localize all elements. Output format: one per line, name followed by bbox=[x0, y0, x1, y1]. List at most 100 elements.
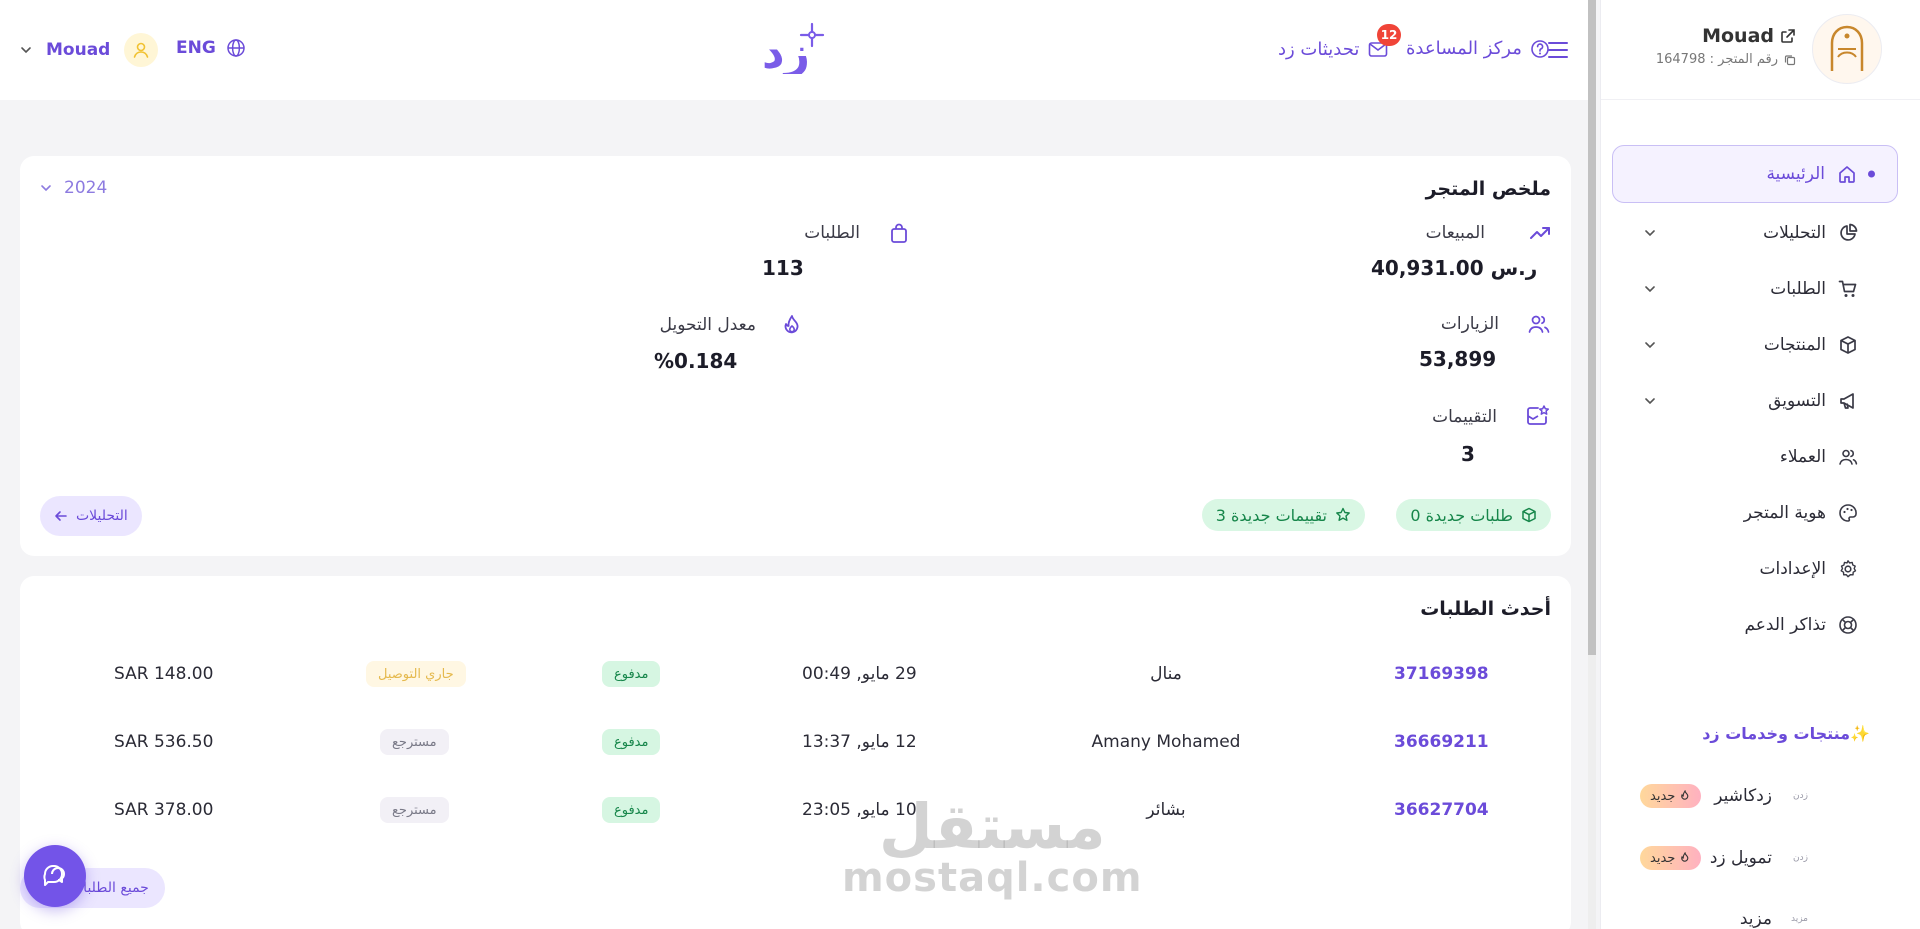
sidebar-item-label: المنتجات bbox=[1763, 335, 1826, 355]
sidebar-item-label: العملاء bbox=[1779, 447, 1826, 467]
sidebar-item-label: هوية المتجر bbox=[1743, 503, 1826, 523]
sidebar-item-label: الرئيسية bbox=[1766, 164, 1825, 184]
product-label: تمويل زد bbox=[1709, 848, 1772, 868]
store-summary-title: ملخص المتجر bbox=[1425, 178, 1551, 200]
hamburger-menu-button[interactable] bbox=[1546, 38, 1570, 62]
metric-ratings: التقييمات 3 bbox=[1411, 404, 1551, 466]
users-icon bbox=[1528, 315, 1550, 333]
conversion-label: معدل التحويل bbox=[659, 315, 756, 335]
trending-up-icon bbox=[1530, 227, 1550, 239]
payment-status-badge: مدفوع bbox=[602, 729, 661, 755]
cart-icon bbox=[1838, 280, 1857, 297]
chevron-down-icon bbox=[1645, 286, 1655, 293]
sidebar-item-zid-financing[interactable]: زدن تمويل زد جديد bbox=[1612, 838, 1870, 878]
active-indicator-dot bbox=[1868, 170, 1875, 178]
visits-value: 53,899 bbox=[1419, 347, 1497, 371]
external-link-icon bbox=[1781, 29, 1795, 43]
sidebar-item-settings[interactable]: الإعدادات bbox=[1612, 541, 1898, 597]
product-mini-logo: مزيد bbox=[1790, 914, 1808, 924]
sidebar-item-label: التحليلات bbox=[1763, 223, 1826, 243]
new-orders-pill[interactable]: 0 طلبات جديدة bbox=[1396, 499, 1551, 531]
main-scrollbar[interactable] bbox=[1588, 0, 1596, 929]
megaphone-icon bbox=[1840, 393, 1854, 409]
product-mini-logo: زدن bbox=[1793, 791, 1808, 801]
store-name-label: Mouad bbox=[1702, 25, 1774, 47]
flame-icon bbox=[784, 315, 799, 334]
sales-value: 40,931.00 ر.س bbox=[1371, 256, 1538, 280]
flame-icon bbox=[1681, 790, 1689, 800]
updates-label: تحديثات زد bbox=[1278, 38, 1360, 60]
sidebar-item-orders[interactable]: الطلبات bbox=[1612, 261, 1898, 317]
chevron-down-icon bbox=[1645, 398, 1655, 405]
product-mini-logo: زدن bbox=[1793, 853, 1808, 863]
metric-sales: المبيعات 40,931.00 ر.س bbox=[1351, 222, 1551, 280]
analytics-button[interactable]: التحليلات bbox=[40, 496, 142, 536]
payment-status-badge: مدفوع bbox=[602, 797, 661, 823]
order-status-badge: مسترجع bbox=[380, 797, 449, 823]
table-row[interactable]: 37169398 منال 29 مايو, 00:49 مدفوع جاري … bbox=[20, 654, 1571, 694]
order-date: 10 مايو, 23:05 bbox=[802, 800, 917, 820]
globe-icon bbox=[227, 39, 245, 57]
pie-chart-icon bbox=[1840, 223, 1858, 241]
store-header: Mouad رقم المتجر : 164798 bbox=[1601, 0, 1920, 100]
year-select[interactable]: 2024 bbox=[40, 178, 107, 198]
scrollbar-thumb[interactable] bbox=[1588, 0, 1596, 655]
order-id[interactable]: 36627704 bbox=[1394, 800, 1489, 820]
order-total: SAR 148.00 bbox=[114, 664, 214, 684]
metric-orders: الطلبات 113 bbox=[750, 222, 910, 280]
order-id[interactable]: 36669211 bbox=[1394, 732, 1489, 752]
sidebar-item-marketing[interactable]: التسويق bbox=[1612, 373, 1898, 429]
sales-label: المبيعات bbox=[1425, 223, 1485, 243]
user-menu[interactable]: Mouad bbox=[20, 33, 159, 67]
sidebar-item-label: الإعدادات bbox=[1759, 559, 1826, 579]
menu-icon bbox=[1548, 42, 1568, 58]
users-icon bbox=[1839, 449, 1858, 465]
new-badge-label: جديد bbox=[1650, 788, 1676, 804]
sidebar-item-label: التسويق bbox=[1768, 391, 1826, 411]
visits-label: الزيارات bbox=[1440, 314, 1499, 334]
sidebar-item-analytics[interactable]: التحليلات bbox=[1612, 205, 1898, 261]
new-ratings-pill[interactable]: 3 تقييمات جديدة bbox=[1201, 499, 1365, 531]
sidebar-item-support-tickets[interactable]: تذاكر الدعم bbox=[1612, 597, 1898, 653]
metric-visits: الزيارات 53,899 bbox=[1411, 313, 1551, 371]
sidebar-item-label: تذاكر الدعم bbox=[1744, 615, 1826, 635]
sidebar-item-store-identity[interactable]: هوية المتجر bbox=[1612, 485, 1898, 541]
store-name[interactable]: Mouad bbox=[1702, 25, 1796, 47]
chevron-down-icon bbox=[41, 185, 51, 192]
store-logo-image bbox=[1830, 25, 1864, 71]
table-row[interactable]: 36627704 بشائر 10 مايو, 23:05 مدفوع مستر… bbox=[20, 790, 1571, 830]
products-services-title: منتجات وخدمات زد✨ bbox=[1702, 724, 1870, 743]
sidebar-item-more[interactable]: مزيد مزيد bbox=[1612, 899, 1870, 929]
order-total: SAR 378.00 bbox=[114, 800, 214, 820]
new-badge: جديد bbox=[1640, 846, 1702, 870]
help-center-link[interactable]: مركز المساعدة bbox=[1406, 38, 1550, 59]
copy-icon[interactable] bbox=[1784, 54, 1796, 66]
sidebar-item-home[interactable]: الرئيسية bbox=[1612, 145, 1898, 203]
order-id[interactable]: 37169398 bbox=[1394, 664, 1489, 684]
order-customer: منال bbox=[1150, 664, 1182, 684]
sidebar-item-customers[interactable]: العملاء bbox=[1612, 429, 1898, 485]
conversion-value: %0.184 bbox=[654, 349, 738, 373]
user-icon bbox=[134, 42, 149, 58]
order-customer: Amany Mohamed bbox=[1091, 732, 1241, 752]
order-date: 12 مايو, 13:37 bbox=[802, 732, 917, 752]
top-bar: Mouad ENG زد تحديثات زد 12 مركز المساعدة bbox=[0, 0, 1588, 100]
zid-updates-button[interactable]: تحديثات زد 12 bbox=[1278, 24, 1402, 60]
language-switcher[interactable]: ENG bbox=[176, 38, 246, 58]
store-logo[interactable] bbox=[1812, 14, 1882, 84]
zid-logo[interactable]: زد bbox=[760, 18, 830, 74]
sidebar-item-products[interactable]: المنتجات bbox=[1612, 317, 1898, 373]
user-name: Mouad bbox=[46, 40, 111, 60]
order-customer: بشائر bbox=[1146, 800, 1186, 820]
chat-support-button[interactable] bbox=[24, 845, 86, 907]
sidebar-item-zid-cashier[interactable]: زدن زدكاشير جديد bbox=[1612, 776, 1870, 816]
store-summary-card: ملخص المتجر 2024 المبيعات 40,931.00 ر.س … bbox=[20, 156, 1571, 556]
order-total: SAR 536.50 bbox=[114, 732, 214, 752]
orders-label: الطلبات bbox=[804, 223, 860, 243]
notification-count-badge: 12 bbox=[1376, 24, 1402, 46]
flame-icon bbox=[1681, 852, 1689, 862]
table-row[interactable]: 36669211 Amany Mohamed 12 مايو, 13:37 مد… bbox=[20, 722, 1571, 762]
home-icon bbox=[1839, 166, 1855, 183]
help-label: مركز المساعدة bbox=[1406, 38, 1522, 59]
gear-icon bbox=[1840, 560, 1857, 578]
